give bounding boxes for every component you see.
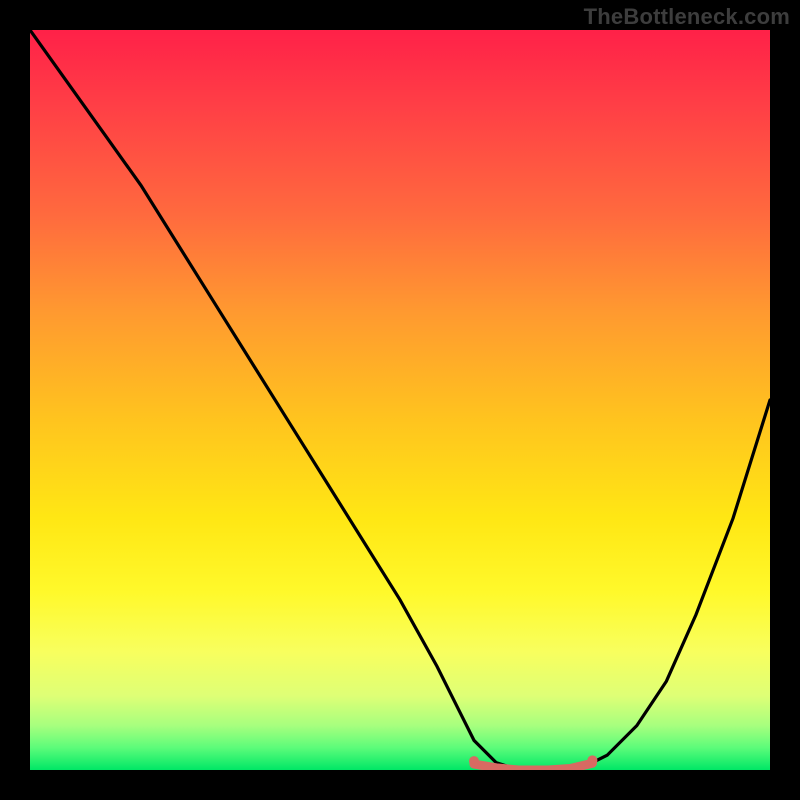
chart-frame: TheBottleneck.com <box>0 0 800 800</box>
flat-highlight-end-right <box>587 755 597 765</box>
plot-area <box>30 30 770 770</box>
flat-highlight-end-left <box>469 756 479 766</box>
flat-highlight <box>474 763 592 770</box>
bottleneck-curve <box>30 30 770 770</box>
watermark-text: TheBottleneck.com <box>584 4 790 30</box>
curve-layer <box>30 30 770 770</box>
